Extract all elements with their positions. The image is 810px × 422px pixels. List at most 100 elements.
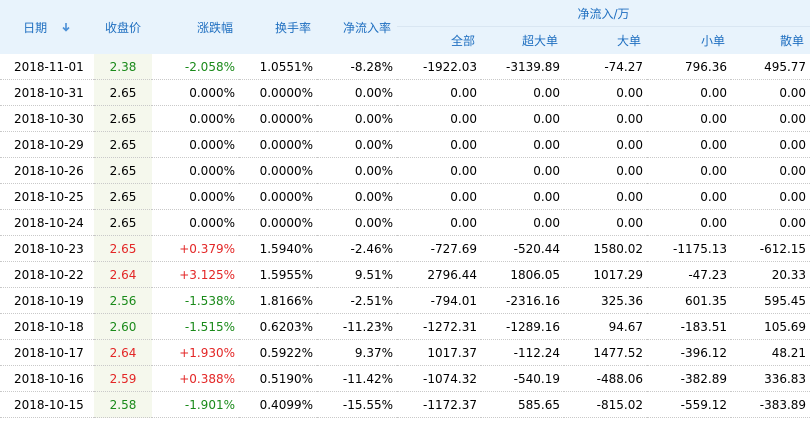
- cell-close: 2.38: [94, 54, 152, 80]
- cell-super-large: 0.00: [481, 157, 564, 184]
- cell-retail: 0.00: [731, 183, 810, 210]
- cell-retail: 336.83: [731, 365, 810, 392]
- header-turnover[interactable]: 换手率: [239, 0, 317, 54]
- cell-small: 601.35: [647, 287, 731, 314]
- cell-retail: 0.00: [731, 209, 810, 236]
- header-super-large[interactable]: 超大单: [481, 26, 564, 54]
- header-date[interactable]: 日期: [0, 0, 94, 54]
- cell-large: 0.00: [564, 105, 647, 132]
- cell-all: -1172.37: [397, 391, 481, 418]
- table-row: 2018-10-26 2.65 0.000% 0.0000% 0.00% 0.00 0.00…: [0, 157, 810, 184]
- cell-retail: 0.00: [731, 157, 810, 184]
- table-row: 2018-10-31 2.65 0.000% 0.0000% 0.00% 0.00 0.00…: [0, 79, 810, 106]
- header-retail[interactable]: 散单: [731, 26, 810, 54]
- header-large[interactable]: 大单: [564, 26, 647, 54]
- cell-date: 2018-10-26: [0, 157, 94, 184]
- cell-retail: 20.33: [731, 261, 810, 288]
- cell-small: -382.89: [647, 365, 731, 392]
- cell-inflow-rate: 0.00%: [317, 157, 397, 184]
- table-row: 2018-10-25 2.65 0.000% 0.0000% 0.00% 0.00 0.00…: [0, 183, 810, 210]
- cell-inflow-rate: 9.51%: [317, 261, 397, 288]
- header-small[interactable]: 小单: [647, 26, 731, 54]
- cell-date: 2018-11-01: [0, 54, 94, 80]
- cell-retail: -612.15: [731, 235, 810, 262]
- cell-change: +3.125%: [152, 261, 239, 288]
- cell-date: 2018-10-24: [0, 209, 94, 236]
- cell-change: -1.515%: [152, 313, 239, 340]
- header-small-label: 小单: [700, 34, 725, 48]
- cell-super-large: -540.19: [481, 365, 564, 392]
- cell-turnover: 1.5955%: [239, 261, 317, 288]
- cell-super-large: -1289.16: [481, 313, 564, 340]
- header-all[interactable]: 全部: [397, 26, 481, 54]
- cell-super-large: 0.00: [481, 105, 564, 132]
- cell-super-large: 1806.05: [481, 261, 564, 288]
- cell-small: 0.00: [647, 131, 731, 158]
- cell-change: -2.058%: [152, 54, 239, 80]
- cell-small: 0.00: [647, 105, 731, 132]
- cell-close: 2.65: [94, 209, 152, 236]
- header-large-label: 大单: [616, 34, 641, 48]
- cell-close: 2.65: [94, 105, 152, 132]
- cell-retail: 105.69: [731, 313, 810, 340]
- table-row: 2018-10-24 2.65 0.000% 0.0000% 0.00% 0.00 0.00…: [0, 209, 810, 236]
- cell-turnover: 0.4099%: [239, 391, 317, 418]
- cell-turnover: 0.0000%: [239, 209, 317, 236]
- cell-super-large: 0.00: [481, 131, 564, 158]
- table-row: 2018-10-19 2.56 -1.538% 1.8166% -2.51% -794.0…: [0, 287, 810, 314]
- cell-close: 2.65: [94, 235, 152, 262]
- cell-all: -727.69: [397, 235, 481, 262]
- cell-all: 0.00: [397, 157, 481, 184]
- cell-inflow-rate: 9.37%: [317, 339, 397, 366]
- header-close[interactable]: 收盘价: [94, 0, 152, 54]
- table-row: 2018-10-16 2.59 +0.388% 0.5190% -11.42% -1074…: [0, 365, 810, 392]
- cell-inflow-rate: -2.46%: [317, 235, 397, 262]
- cell-date: 2018-10-29: [0, 131, 94, 158]
- cell-turnover: 1.0551%: [239, 54, 317, 80]
- arrow-down-icon[interactable]: [61, 21, 71, 35]
- cell-all: -1272.31: [397, 313, 481, 340]
- cell-super-large: 585.65: [481, 391, 564, 418]
- table-row: 2018-10-23 2.65 +0.379% 1.5940% -2.46% -727.6…: [0, 235, 810, 262]
- cell-large: -815.02: [564, 391, 647, 418]
- cell-change: +1.930%: [152, 339, 239, 366]
- cell-small: -47.23: [647, 261, 731, 288]
- cell-large: -74.27: [564, 54, 647, 80]
- cell-turnover: 1.8166%: [239, 287, 317, 314]
- cell-inflow-rate: -11.23%: [317, 313, 397, 340]
- cell-retail: 495.77: [731, 54, 810, 80]
- cell-small: 796.36: [647, 54, 731, 80]
- fund-flow-table: 日期 收盘价 涨跌幅 换手率 净流入率 净流入/万 全部 超大单 大单 小单 散…: [0, 0, 810, 418]
- header-change[interactable]: 涨跌幅: [152, 0, 239, 54]
- header-retail-label: 散单: [780, 34, 805, 48]
- cell-date: 2018-10-15: [0, 391, 94, 418]
- header-change-label: 涨跌幅: [196, 20, 233, 35]
- cell-retail: 0.00: [731, 79, 810, 106]
- cell-date: 2018-10-17: [0, 339, 94, 366]
- cell-change: +0.379%: [152, 235, 239, 262]
- table-row: 2018-11-01 2.38 -2.058% 1.0551% -8.28% -1922.…: [0, 54, 810, 80]
- cell-turnover: 0.0000%: [239, 79, 317, 106]
- cell-small: 0.00: [647, 183, 731, 210]
- cell-small: -396.12: [647, 339, 731, 366]
- cell-super-large: 0.00: [481, 79, 564, 106]
- cell-turnover: 0.0000%: [239, 131, 317, 158]
- table-row: 2018-10-29 2.65 0.000% 0.0000% 0.00% 0.00 0.00…: [0, 131, 810, 158]
- cell-turnover: 0.0000%: [239, 105, 317, 132]
- cell-large: 1477.52: [564, 339, 647, 366]
- cell-all: 0.00: [397, 131, 481, 158]
- cell-small: 0.00: [647, 157, 731, 184]
- cell-close: 2.65: [94, 131, 152, 158]
- header-turnover-label: 换手率: [274, 20, 311, 35]
- cell-inflow-rate: 0.00%: [317, 209, 397, 236]
- cell-small: 0.00: [647, 79, 731, 106]
- cell-retail: 48.21: [731, 339, 810, 366]
- cell-change: 0.000%: [152, 157, 239, 184]
- cell-inflow-rate: -15.55%: [317, 391, 397, 418]
- cell-change: 0.000%: [152, 209, 239, 236]
- cell-close: 2.65: [94, 79, 152, 106]
- table-row: 2018-10-17 2.64 +1.930% 0.5922% 9.37% 1017.37…: [0, 339, 810, 366]
- header-inflow-rate[interactable]: 净流入率: [317, 0, 397, 54]
- cell-change: 0.000%: [152, 105, 239, 132]
- cell-change: 0.000%: [152, 131, 239, 158]
